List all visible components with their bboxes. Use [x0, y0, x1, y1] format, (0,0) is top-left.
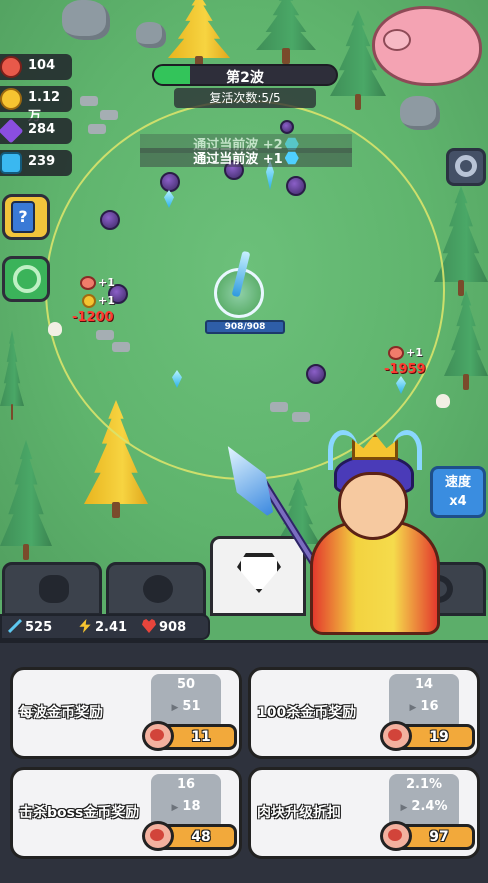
gear-icon [455, 155, 477, 177]
crown-icon [352, 434, 398, 460]
card-deck-button[interactable]: ? [2, 194, 50, 240]
meat-drop-icon [388, 346, 404, 360]
attack-stat: 525 [8, 619, 52, 635]
resource-blue-gem: 239 [0, 150, 72, 176]
wave-clear-toast: 通过当前波 +1 [140, 148, 352, 167]
enemy [100, 210, 120, 230]
attack-speed-stat: 2.41 [78, 619, 127, 635]
cost-value: 11 [191, 729, 211, 745]
tab-weapon[interactable] [2, 562, 102, 616]
coin-drop-icon [82, 294, 96, 308]
damage-number: -1200 [72, 310, 114, 325]
upgrade-card-boss-gold[interactable]: 击杀boss金币奖励 16 18 48 [10, 767, 242, 859]
meat-icon [0, 56, 22, 78]
card-label: 100杀金币奖励 [257, 705, 357, 721]
next-value: 18 [151, 799, 221, 814]
upgrade-cost-button[interactable]: 19 [380, 721, 475, 751]
revive-count: 复活次数:5/5 [174, 88, 316, 108]
tab-gem[interactable] [210, 536, 306, 616]
resource-purple-gem: 284 [0, 118, 72, 144]
toast-text: 通过当前波 +1 [193, 152, 283, 167]
skull-bones [48, 322, 62, 336]
question-card-icon: ? [11, 201, 35, 233]
upgrade-card-wave-gold[interactable]: 每波金币奖励 50 51 11 [10, 667, 242, 759]
blue-gem-count: 239 [28, 154, 56, 169]
purple-gem-icon [0, 118, 24, 144]
upgrade-card-100kill-gold[interactable]: 100杀金币奖励 14 16 19 [248, 667, 480, 759]
rock [62, 0, 110, 40]
green-tree [0, 330, 24, 420]
card-label: 击杀boss金币奖励 [19, 805, 140, 821]
meat-gain: +1 [98, 276, 115, 289]
path-stone [100, 110, 118, 120]
heart-icon [142, 619, 156, 633]
coin-gain: +1 [98, 294, 115, 307]
card-label: 肉块升级折扣 [257, 805, 341, 821]
cost-value: 48 [191, 829, 211, 845]
meat-count: 104 [28, 58, 56, 73]
next-value: 51 [151, 699, 221, 714]
enemy [160, 172, 180, 192]
current-value: 14 [414, 677, 434, 692]
rock [400, 96, 440, 130]
hero-stats: 525 2.41 908 [0, 614, 210, 640]
cost-value: 19 [429, 729, 449, 745]
cost-value: 97 [429, 829, 449, 845]
attack-speed-value: 2.41 [95, 620, 128, 635]
upgrade-cost-button[interactable]: 48 [142, 821, 237, 851]
portal-icon [13, 265, 41, 293]
weapon-icon [39, 575, 69, 603]
wave-header: 第2波 复活次数:5/5 [152, 64, 338, 108]
diamond-icon [237, 553, 281, 593]
upgrade-cost-button[interactable]: 97 [380, 821, 475, 851]
green-tree [256, 0, 316, 64]
king-face [338, 472, 408, 540]
next-value: 16 [389, 699, 459, 714]
resource-meat: 104 [0, 54, 72, 80]
hp-stat: 908 [142, 619, 186, 635]
green-tree [444, 290, 488, 390]
enemy [280, 120, 294, 134]
upgrade-panel: 每波金币奖励 50 51 11 100杀金币奖励 14 16 19 击杀boss… [0, 640, 488, 883]
wave-title: 第2波 [226, 70, 264, 86]
enemy [286, 176, 306, 196]
current-value: 50 [176, 677, 196, 692]
current-value: 2.1% [405, 777, 443, 792]
gem-icon [284, 151, 299, 165]
skull-bones [436, 394, 450, 408]
card-label: 每波金币奖励 [19, 705, 103, 721]
damage-number: -1959 [384, 362, 426, 377]
path-stone [88, 124, 106, 134]
meat-gain: +1 [406, 346, 423, 359]
rock [136, 22, 166, 48]
current-value: 16 [176, 777, 196, 792]
hp-value: 908 [159, 620, 187, 635]
hero-unit [214, 250, 264, 318]
sword-icon [8, 619, 22, 633]
king-character [300, 430, 450, 635]
path-stone [80, 96, 98, 106]
next-value: 2.4% [389, 799, 459, 814]
tab-health[interactable] [106, 562, 206, 616]
attack-value: 525 [25, 620, 53, 635]
wave-progress-bar: 第2波 [152, 64, 338, 86]
purple-gem-count: 284 [28, 122, 56, 137]
lightning-icon [79, 619, 91, 633]
green-tree [0, 440, 52, 560]
blue-gem-icon [0, 152, 22, 174]
enemy [306, 364, 326, 384]
yellow-tree [168, 0, 230, 72]
portal-button[interactable] [2, 256, 50, 302]
flying-pig [372, 6, 482, 86]
upgrade-cost-button[interactable]: 11 [142, 721, 237, 751]
heart-icon [143, 575, 173, 603]
upgrade-card-meat-discount[interactable]: 肉块升级折扣 2.1% 2.4% 97 [248, 767, 480, 859]
hero-hp-bar: 908/908 [205, 320, 285, 334]
coin-icon [0, 88, 22, 110]
meat-drop-icon [80, 276, 96, 290]
settings-button[interactable] [446, 148, 486, 186]
resource-gold: 1.12万 [0, 86, 72, 124]
